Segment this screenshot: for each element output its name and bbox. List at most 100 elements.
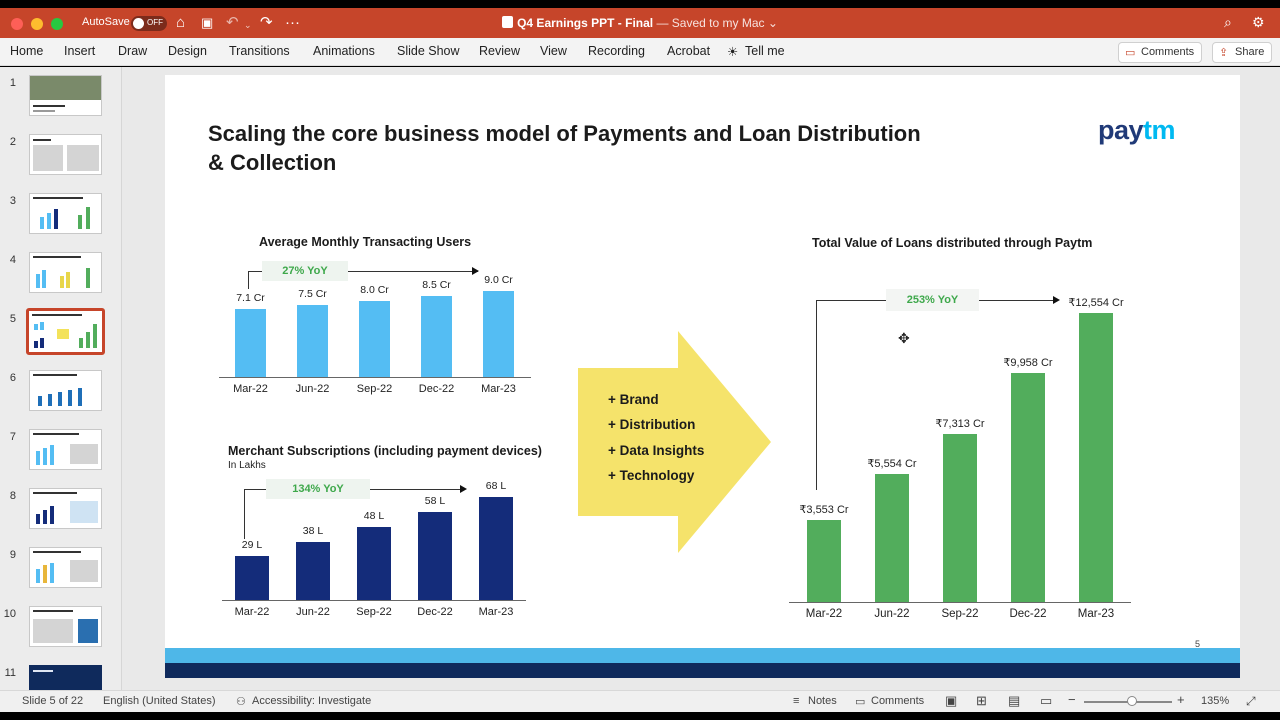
axis-label-loans-dec-22: Dec-22	[1009, 608, 1047, 620]
yoy-bracket-left	[244, 489, 245, 539]
workspace: 1 2 3 4 5 6 7 8 9 10 11 Scaling the core…	[0, 67, 1280, 690]
tab-slide-show[interactable]: Slide Show	[397, 44, 460, 58]
logo-text-tm: tm	[1143, 115, 1176, 145]
thumbnail-slide-1[interactable]: 1	[0, 75, 122, 119]
normal-view-icon[interactable]: ▣	[945, 693, 957, 709]
thumbnail-image[interactable]	[29, 547, 102, 588]
data-label-merchant-subscriptions-mar-23: 68 L	[485, 480, 507, 492]
slide-title[interactable]: Scaling the core business model of Payme…	[208, 119, 1008, 177]
thumbnail-bar	[54, 209, 58, 229]
thumbnail-number: 11	[4, 667, 16, 679]
paytm-logo: paytm	[1098, 115, 1176, 146]
thumbnail-bar	[40, 338, 44, 348]
thumbnail-image[interactable]	[29, 370, 102, 411]
thumbnail-image[interactable]	[29, 134, 102, 175]
tab-draw[interactable]: Draw	[118, 44, 147, 58]
thumbnail-bar	[48, 394, 52, 406]
slide-thumbnail-pane[interactable]: 1 2 3 4 5 6 7 8 9 10 11	[0, 67, 122, 690]
accessibility-status[interactable]: Accessibility: Investigate	[252, 695, 371, 707]
zoom-slider-handle[interactable]	[1127, 696, 1137, 706]
axis-label-loans-mar-23: Mar-23	[1077, 608, 1115, 620]
thumbnail-slide-9[interactable]: 9	[0, 547, 122, 591]
thumbnail-bar	[60, 276, 64, 288]
bar-loans-mar-22	[807, 520, 841, 602]
tab-insert[interactable]: Insert	[64, 44, 95, 58]
driver-data-insights: + Data Insights	[608, 443, 705, 458]
zoom-in-icon[interactable]: +	[1177, 692, 1185, 707]
settings-icon[interactable]: ⚙	[1252, 14, 1265, 31]
comments-button[interactable]: ▭ Comments	[1118, 42, 1202, 63]
slideshow-view-icon[interactable]: ▭	[1040, 693, 1052, 709]
thumbnail-slide-3[interactable]: 3	[0, 193, 122, 237]
axis-label-loans-sep-22: Sep-22	[941, 608, 979, 620]
tab-acrobat[interactable]: Acrobat	[667, 44, 710, 58]
comments-status-button[interactable]: Comments	[871, 695, 924, 707]
thumbnail-image[interactable]	[29, 665, 102, 690]
data-label-transacting-users-dec-22: 8.5 Cr	[422, 279, 451, 291]
thumbnail-slide-7[interactable]: 7	[0, 429, 122, 473]
yoy-bracket-left	[248, 271, 249, 289]
search-icon[interactable]: ⌕	[1224, 14, 1232, 31]
zoom-out-icon[interactable]: −	[1068, 692, 1076, 707]
tab-animations[interactable]: Animations	[313, 44, 375, 58]
window-titlebar: AutoSave OFF ⌂ ▣ ↶ ⌄ ↷ ··· Q4 Earnings P…	[0, 8, 1280, 38]
lightbulb-icon: ☀	[727, 45, 739, 59]
thumbnail-slide-4[interactable]: 4	[0, 252, 122, 296]
thumbnail-number: 9	[9, 549, 16, 561]
thumbnail-slide-8[interactable]: 8	[0, 488, 122, 532]
tab-transitions[interactable]: Transitions	[229, 44, 290, 58]
zoom-level[interactable]: 135%	[1201, 695, 1229, 707]
screen-bottom-edge	[0, 712, 1280, 720]
notes-button[interactable]: Notes	[808, 695, 837, 707]
language-indicator[interactable]: English (United States)	[103, 695, 216, 707]
thumbnail-image[interactable]	[29, 606, 102, 647]
yoy-arrowhead	[1053, 296, 1060, 304]
thumbnail-image[interactable]	[29, 193, 102, 234]
thumbnail-text-line	[33, 610, 73, 612]
thumbnail-text-line	[33, 433, 79, 435]
bar-loans-sep-22	[943, 434, 977, 602]
bar-transacting-users-sep-22	[359, 301, 390, 377]
slide-sorter-icon[interactable]: ⊞	[976, 693, 987, 709]
tab-recording[interactable]: Recording	[588, 44, 645, 58]
share-button[interactable]: ⇪ Share	[1212, 42, 1272, 63]
tab-home[interactable]: Home	[10, 44, 43, 58]
thumbnail-bar	[78, 215, 82, 229]
status-bar: Slide 5 of 22 English (United States) ⚇ …	[0, 690, 1280, 712]
tab-tell-me[interactable]: Tell me	[745, 44, 785, 58]
bar-loans-mar-23	[1079, 313, 1113, 602]
growth-drivers-arrow-shape	[578, 331, 771, 553]
axis-label-merchant-subscriptions-sep-22: Sep-22	[356, 606, 392, 618]
thumbnail-number: 7	[9, 431, 16, 443]
thumbnail-bar	[34, 324, 38, 330]
tab-design[interactable]: Design	[168, 44, 207, 58]
fit-slide-icon[interactable]: ⤢	[1246, 694, 1256, 709]
thumbnail-bar	[42, 270, 46, 288]
thumbnail-image[interactable]	[29, 488, 102, 529]
thumbnail-image-selected[interactable]	[26, 308, 105, 355]
thumbnail-slide-5[interactable]: 5	[0, 308, 122, 355]
reading-view-icon[interactable]: ▤	[1008, 693, 1020, 709]
comment-icon: ▭	[1125, 47, 1136, 59]
chart-title-merchant-subscriptions: Merchant Subscriptions (including paymen…	[228, 444, 542, 458]
thumbnail-slide-2[interactable]: 2	[0, 134, 122, 178]
bar-loans-jun-22	[875, 474, 909, 602]
thumbnail-slide-10[interactable]: 10	[0, 606, 122, 650]
axis-label-transacting-users-dec-22: Dec-22	[418, 383, 455, 395]
saved-status[interactable]: — Saved to my Mac ⌄	[653, 16, 777, 30]
thumbnail-image[interactable]	[29, 429, 102, 470]
tab-view[interactable]: View	[540, 44, 567, 58]
axis-label-merchant-subscriptions-jun-22: Jun-22	[296, 606, 330, 618]
thumbnail-bar	[50, 506, 54, 524]
x-axis-loans	[789, 602, 1131, 603]
yoy-bracket-left	[816, 300, 817, 490]
tab-review[interactable]: Review	[479, 44, 520, 58]
driver-distribution: + Distribution	[608, 417, 696, 432]
document-name: Q4 Earnings PPT - Final	[517, 16, 654, 30]
thumbnail-slide-6[interactable]: 6	[0, 370, 122, 414]
thumbnail-image[interactable]	[29, 252, 102, 293]
thumbnail-bar	[93, 324, 97, 348]
thumbnail-image[interactable]	[29, 75, 102, 116]
bar-merchant-subscriptions-mar-22	[235, 556, 269, 600]
slide-canvas[interactable]: Scaling the core business model of Payme…	[165, 75, 1240, 678]
